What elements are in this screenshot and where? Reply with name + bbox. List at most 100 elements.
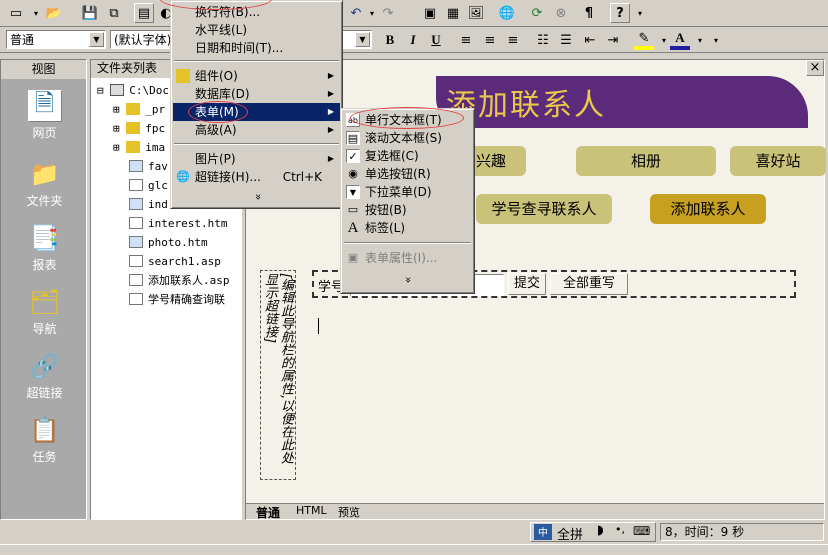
style-select[interactable]: 普通 ▼ [6, 30, 106, 49]
chevron-down-icon[interactable]: ▼ [355, 32, 370, 47]
menu-item-component[interactable]: 组件(O) ▶ [173, 67, 340, 85]
tab-normal[interactable]: 普通 [256, 504, 280, 521]
submenu-arrow-icon: ▶ [327, 125, 334, 134]
hyperlink-globe-icon: 🌐 [176, 170, 190, 183]
insert-component-icon[interactable]: ▣ [420, 3, 440, 23]
reset-button[interactable]: 全部重写 [550, 273, 628, 295]
nav-photos[interactable]: 相册 [576, 146, 716, 176]
submenu-arrow-icon: ▶ [327, 89, 334, 98]
tree-file[interactable]: search1.asp [129, 253, 221, 271]
tree-file[interactable]: glc [129, 177, 168, 195]
tree-file[interactable]: fav [129, 158, 168, 176]
insert-picture-icon[interactable]: 🖼 [466, 3, 486, 23]
menu-item-textarea[interactable]: ▤ 滚动文本框(S) [343, 129, 472, 147]
insert-table-icon[interactable]: ▦ [443, 3, 463, 23]
file-icon [129, 293, 143, 305]
menu-item-date-time[interactable]: 日期和时间(T)... [173, 39, 340, 57]
tree-file[interactable]: ind [129, 196, 168, 214]
toolbar-options-icon[interactable]: ▾ [706, 30, 726, 50]
submenu-arrow-icon: ▶ [327, 107, 334, 116]
italic-button[interactable]: I [403, 30, 423, 50]
menu-separator [174, 60, 339, 62]
menu-item-dropdown[interactable]: ▼ 下拉菜单(D) [343, 183, 472, 201]
tree-folder[interactable]: ⊞ fpc [113, 120, 165, 138]
toolbar-options-icon[interactable]: ▾ [630, 3, 650, 23]
chevron-down-icon[interactable]: ▼ [89, 32, 104, 47]
page-icon [129, 198, 143, 210]
help-icon[interactable]: ? [610, 3, 630, 23]
align-center-icon[interactable]: ≡ [480, 30, 500, 50]
menu-item-label[interactable]: A 标签(L) [343, 219, 472, 237]
new-dropdown-icon[interactable]: ▾ [26, 3, 46, 23]
view-reports[interactable]: 📑 报表 [1, 218, 88, 278]
font-color-icon[interactable]: A [670, 30, 690, 50]
ime-bar[interactable]: 中 全拼 ◗ •, ⌨ [530, 522, 656, 543]
view-folders-label: 文件夹 [26, 194, 63, 208]
view-hyperlinks[interactable]: 🔗 超链接 [1, 346, 88, 406]
bulleted-list-icon[interactable]: ☰ [556, 30, 576, 50]
menu-item-form-properties[interactable]: ▣ 表单属性(I)... [343, 249, 472, 267]
menu-item-checkbox[interactable]: ✓ 复选框(C) [343, 147, 472, 165]
align-right-icon[interactable]: ≡ [503, 30, 523, 50]
view-navigation[interactable]: 🗂 导航 [1, 282, 88, 342]
folder-list-icon[interactable]: ▤ [134, 3, 154, 23]
menu-item-label: 单选按钮(R) [365, 167, 431, 181]
tree-file[interactable]: 学号精确查询联 [129, 291, 225, 309]
menu-expand-icon[interactable]: » [399, 273, 417, 287]
menu-item-hyperlink[interactable]: 🌐 超链接(H)... Ctrl+K [173, 168, 340, 186]
font-select[interactable]: (默认字体) [110, 30, 174, 49]
tree-folder[interactable]: ⊞ _pr [113, 101, 165, 119]
stop-icon[interactable]: ⊗ [551, 3, 571, 23]
nav-search-contact[interactable]: 学号查寻联系人 [476, 194, 612, 224]
menu-item-button[interactable]: ▭ 按钮(B) [343, 201, 472, 219]
underline-button[interactable]: U [426, 30, 446, 50]
tab-preview[interactable]: 预览 [338, 504, 360, 520]
folder-list-title: 文件夹列表 [97, 61, 158, 75]
close-icon[interactable]: × [806, 60, 824, 76]
tree-file[interactable]: 添加联系人.asp [129, 272, 230, 290]
refresh-icon[interactable]: ⟳ [527, 3, 547, 23]
menu-item-picture[interactable]: 图片(P) ▶ [173, 150, 340, 168]
file-icon [129, 255, 143, 267]
new-page-icon[interactable]: ▭ [6, 3, 26, 23]
status-bar: 中 全拼 ◗ •, ⌨ 8，时间：9 秒 [0, 520, 828, 544]
decrease-indent-icon[interactable]: ⇤ [580, 30, 600, 50]
nav-favorites[interactable]: 喜好站 [730, 146, 826, 176]
folder-icon [126, 103, 141, 115]
ime-mode: 全拼 [557, 528, 584, 543]
menu-item-horizontal-line[interactable]: 水平线(L) [173, 21, 340, 39]
tab-html[interactable]: HTML [296, 504, 327, 517]
tree-file[interactable]: photo.htm [129, 234, 208, 252]
bold-button[interactable]: B [380, 30, 400, 50]
view-tasks[interactable]: 📋 任务 [1, 410, 88, 470]
redo-icon[interactable]: ↷ [378, 3, 398, 23]
view-folders[interactable]: 📁 文件夹 [1, 154, 88, 214]
highlight-icon[interactable]: ✎ [634, 30, 654, 50]
tree-root[interactable]: ⊟ C:\Doc [97, 82, 169, 100]
font-size-select[interactable]: ▼ [342, 30, 372, 49]
submit-button[interactable]: 提交 [508, 273, 546, 295]
keyboard-icon: ⌨ [633, 524, 651, 538]
form-submenu: ab 单行文本框(T) ▤ 滚动文本框(S) ✓ 复选框(C) ◉ 单选按钮(R) ▼ 下… [340, 108, 475, 294]
view-page[interactable]: 🗎 网页 [1, 86, 88, 146]
tree-file[interactable]: interest.htm [129, 215, 227, 233]
menu-item-label: 下拉菜单(D) [365, 185, 432, 199]
numbered-list-icon[interactable]: ☷ [533, 30, 553, 50]
hyperlink-globe-icon[interactable]: 🌐 [497, 3, 517, 23]
save-icon[interactable]: 💾 [80, 3, 100, 23]
menu-item-radio[interactable]: ◉ 单选按钮(R) [343, 165, 472, 183]
menu-item-label: 标签(L) [365, 221, 406, 235]
standard-toolbar: ▭ ▾ 📂 💾 ⧉ ▤ ◐ ↶ ▾ ↷ ▣ ▦ 🖼 🌐 ⟳ ⊗ ¶ ? ▾ [0, 0, 828, 27]
nav-bar-placeholder[interactable]: [编辑此导航栏的属性,以便在此处显示超链接] [260, 270, 296, 480]
menu-expand-icon[interactable]: » [249, 190, 267, 204]
copy-icon[interactable]: ⧉ [104, 3, 124, 23]
align-left-icon[interactable]: ≡ [456, 30, 476, 50]
tree-folder[interactable]: ⊞ ima [113, 139, 165, 157]
menu-item-database[interactable]: 数据库(D) ▶ [173, 85, 340, 103]
punctuation-icon: •, [615, 523, 625, 536]
show-all-icon[interactable]: ¶ [579, 3, 599, 23]
nav-add-contact[interactable]: 添加联系人 [650, 194, 766, 224]
open-folder-icon[interactable]: 📂 [44, 3, 64, 23]
increase-indent-icon[interactable]: ⇥ [603, 30, 623, 50]
menu-item-advanced[interactable]: 高级(A) ▶ [173, 121, 340, 139]
